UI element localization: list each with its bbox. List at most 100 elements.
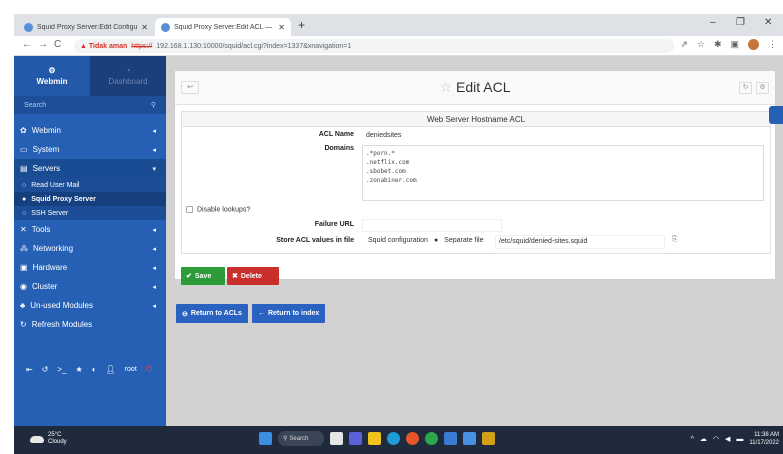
sidebar-item-refresh-modules[interactable]: ↻ Refresh Modules xyxy=(14,315,166,334)
sidebar-item-label: Networking xyxy=(33,244,74,253)
search-icon[interactable]: ⚲ xyxy=(151,101,156,109)
user-icon[interactable]: 👤︎ xyxy=(106,365,116,374)
cloud-tray-icon[interactable]: ☁ xyxy=(700,435,707,443)
profile-avatar[interactable] xyxy=(748,39,759,50)
sidebar-item-label: Webmin xyxy=(31,126,61,135)
close-tab-icon[interactable]: ✕ xyxy=(141,23,148,32)
favorites-star-icon[interactable]: ★ xyxy=(76,365,83,374)
sidebar-subitem-read-user-mail[interactable]: ○ Read User Mail xyxy=(14,178,166,192)
sidebar-item-cluster[interactable]: ◉ Cluster ◂ xyxy=(14,277,166,296)
network-app-icon[interactable] xyxy=(444,432,457,445)
sidebar-item-webmin[interactable]: ✿ Webmin ◂ xyxy=(14,121,166,140)
save-button[interactable]: ✔ Save xyxy=(181,267,225,285)
clock[interactable]: 11:38 AM 11/17/2022 xyxy=(749,431,779,447)
side-drawer-toggle[interactable] xyxy=(769,106,783,124)
close-circle-icon: ✖ xyxy=(232,273,238,280)
user-name[interactable]: root xyxy=(125,366,137,373)
taskbar-search[interactable]: ⚲ Search xyxy=(278,431,324,446)
sidebar-subitem-squid-proxy-server[interactable]: ● Squid Proxy Server xyxy=(14,192,166,206)
logout-icon[interactable]: ⏻ xyxy=(146,364,152,374)
sidebar-item-unused-modules[interactable]: ♣ Un-used Modules ◂ xyxy=(14,296,166,315)
clock-date: 11/17/2022 xyxy=(749,440,779,446)
browser-tab-edit-acl[interactable]: Squid Proxy Server:Edit ACL — ... ✕ xyxy=(155,18,291,36)
battery-icon[interactable]: ▬ xyxy=(736,436,743,443)
domain-entry: .*porn.* xyxy=(366,150,395,157)
file-explorer-icon[interactable] xyxy=(368,432,381,445)
chrome-icon[interactable] xyxy=(425,432,438,445)
arrow-circle-icon: ⊖ xyxy=(182,310,188,318)
sidebar-search[interactable]: Search ⚲ xyxy=(14,96,166,114)
dashboard-switch[interactable]: ◔ Dashboard xyxy=(90,56,166,96)
wifi-icon[interactable]: ◠ xyxy=(713,435,719,443)
maximize-button[interactable]: ❐ xyxy=(736,17,745,28)
arrow-left-icon: ← xyxy=(257,310,265,317)
favorite-star-icon[interactable]: ☆ xyxy=(439,79,452,95)
sidebar-subitem-label: Squid Proxy Server xyxy=(31,195,96,203)
store-file-path-input[interactable]: /etc/squid/denied-sites.squid xyxy=(495,235,665,249)
history-icon[interactable]: ↺ xyxy=(42,365,49,374)
forward-arrow-icon[interactable]: → xyxy=(38,39,48,50)
url-input[interactable]: ▲ Tidak aman https:// 192.168.1.130:1000… xyxy=(74,39,674,53)
not-secure-warning[interactable]: ▲ Tidak aman xyxy=(80,43,127,50)
install-app-icon[interactable]: ⇗ xyxy=(680,39,688,50)
terminal-icon[interactable]: >_ xyxy=(57,365,66,374)
return-to-acls-button[interactable]: ⊖ Return to ACLs xyxy=(176,304,248,323)
cluster-icon: ◉ xyxy=(20,282,27,291)
radio-separate-file[interactable]: Separate file xyxy=(444,237,483,244)
webmin-switch[interactable]: ⚙ Webmin xyxy=(14,56,90,96)
radio-selected-dot-icon: ● xyxy=(433,237,439,244)
sidebar-item-tools[interactable]: ✕ Tools ◂ xyxy=(14,220,166,239)
close-window-button[interactable]: ✕ xyxy=(764,17,772,28)
teams-icon[interactable] xyxy=(349,432,362,445)
sidebar-item-servers[interactable]: ▤ Servers ▾ xyxy=(14,159,166,178)
minimize-button[interactable]: – xyxy=(710,17,716,28)
sidebar-item-system[interactable]: ▭ System ◂ xyxy=(14,140,166,159)
app-icon[interactable] xyxy=(482,432,495,445)
failure-url-input[interactable] xyxy=(362,219,502,232)
extensions-icon[interactable]: ✱ xyxy=(714,39,722,50)
system-tray: ^ ☁ ◠ ◀ ▬ 11:38 AM 11/17/2022 xyxy=(691,431,779,447)
kebab-menu-icon[interactable]: ⋮ xyxy=(768,39,777,50)
windows-start-icon[interactable] xyxy=(259,432,272,445)
new-tab-button[interactable]: + xyxy=(298,18,305,32)
reload-icon[interactable]: C xyxy=(54,39,61,50)
sidebar-item-networking[interactable]: ⁂ Networking ◂ xyxy=(14,239,166,258)
delete-button[interactable]: ✖ Delete xyxy=(227,267,279,285)
browser-tab-config[interactable]: Squid Proxy Server:Edit Configu... ✕ xyxy=(18,18,154,36)
chevron-up-icon[interactable]: ^ xyxy=(691,436,694,443)
sidebar-item-label: Hardware xyxy=(32,263,68,272)
reload-icon[interactable]: ↻ xyxy=(739,82,752,94)
chevron-left-icon: ◂ xyxy=(152,264,156,272)
section-title: Web Server Hostname ACL xyxy=(182,112,770,127)
task-view-icon[interactable] xyxy=(330,432,343,445)
bookmark-star-icon[interactable]: ☆ xyxy=(697,39,705,50)
close-tab-icon[interactable]: ✕ xyxy=(278,23,285,32)
network-icon: ⁂ xyxy=(20,244,28,253)
circle-icon: ○ xyxy=(22,209,27,217)
delete-label: Delete xyxy=(240,272,262,280)
edge-icon[interactable] xyxy=(387,432,400,445)
chevron-left-icon: ◂ xyxy=(152,127,156,135)
sidebar-item-hardware[interactable]: ▣ Hardware ◂ xyxy=(14,258,166,277)
weather-widget[interactable]: 25°C Cloudy xyxy=(30,432,67,446)
settings-icon[interactable]: ⚙ xyxy=(756,82,769,94)
sidepanel-icon[interactable]: ▣ xyxy=(730,39,739,50)
radio-squid-config[interactable]: Squid configuration xyxy=(368,237,428,244)
app-icon[interactable] xyxy=(463,432,476,445)
theme-icon[interactable]: ◐ xyxy=(92,365,97,374)
disable-lookups-checkbox[interactable] xyxy=(186,206,193,213)
acl-name-input[interactable]: deniedsites xyxy=(362,129,488,142)
opera-icon[interactable] xyxy=(406,432,419,445)
domains-textarea[interactable]: .*porn.* .netflix.com .sbobet.com .zonab… xyxy=(362,145,764,201)
return-to-index-button[interactable]: ← Return to index xyxy=(251,304,326,323)
disable-lookups[interactable]: Disable lookups? xyxy=(186,206,250,213)
dot-icon: ● xyxy=(22,195,27,203)
back-arrow-icon[interactable]: ← xyxy=(22,39,32,50)
volume-icon[interactable]: ◀ xyxy=(725,435,730,443)
sidebar-subitem-ssh-server[interactable]: ○ SSH Server xyxy=(14,206,166,220)
refresh-icon: ↻ xyxy=(20,320,27,329)
file-chooser-icon[interactable]: ⎘ xyxy=(672,236,678,244)
search-input[interactable]: Search xyxy=(24,102,46,109)
puzzle-icon: ♣ xyxy=(20,301,26,310)
collapse-icon[interactable]: ⇤ xyxy=(26,365,33,374)
